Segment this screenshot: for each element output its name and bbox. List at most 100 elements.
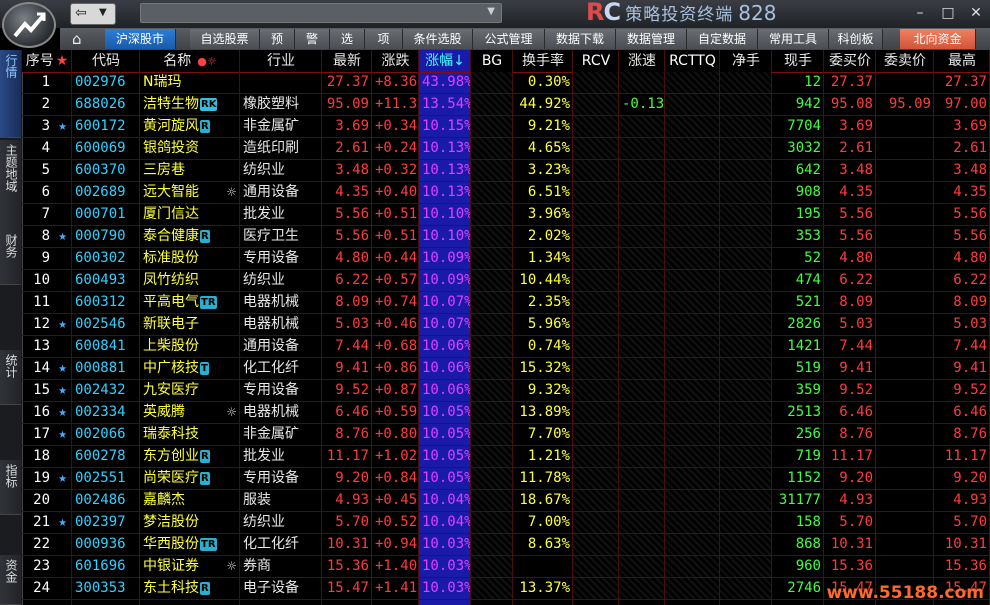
row-net xyxy=(720,182,772,203)
row-current-volume: 52 xyxy=(804,250,821,266)
col-header-1[interactable]: 代码 xyxy=(72,50,140,72)
col-header-label: 名称 xyxy=(163,53,192,69)
stock-name[interactable]: 新联电子 xyxy=(143,316,199,332)
table-row[interactable]: 10 600493 凤竹纺织 纺织业 6.22 +0.57 10.09% 10.44% 474 6… xyxy=(22,270,990,292)
table-row[interactable]: 1 002976 N瑞玛 27.37 +8.36 43.98% 0.30% 12 27.37 27… xyxy=(22,72,990,94)
table-row[interactable]: 15 ★ 002432 九安医疗 专用设备 9.52 +0.87 10.06% 9.32% 35… xyxy=(22,380,990,402)
menu-tab-3[interactable]: 警 xyxy=(295,29,330,49)
stock-name[interactable]: 泰合健康 xyxy=(143,228,199,244)
stock-name[interactable]: 尚荣医疗 xyxy=(143,470,199,486)
col-header-14[interactable]: 委买价 xyxy=(824,50,876,72)
sidebar-tab-1[interactable]: 主题地域 xyxy=(0,140,21,240)
table-row[interactable]: 12 ★ 002546 新联电子 电器机械 5.03 +0.46 10.07% 5.96% 28… xyxy=(22,314,990,336)
table-row[interactable]: 5 600370 三房巷 纺织业 3.48 +0.32 10.13% 3.23% 642 3.48… xyxy=(22,160,990,182)
col-header-10[interactable]: 涨速 xyxy=(619,50,665,72)
col-header-16[interactable]: 最高 xyxy=(934,50,990,72)
nav-back-button[interactable]: ⇦ ▼ xyxy=(70,3,116,25)
menu-tab-2[interactable]: 预 xyxy=(260,29,295,49)
table-row[interactable]: 3 ★ 600172 黄河旋风 R 非金属矿 3.69 +0.34 10.15% 9.21% 77… xyxy=(22,116,990,138)
sidebar-tab-5[interactable]: 资金 xyxy=(0,555,21,605)
table-row[interactable]: 2688026洁特生物RK橡胶塑料95.09+11.3413.54%44.92%… xyxy=(22,94,990,116)
stock-name[interactable]: 东方创业 xyxy=(143,448,199,464)
table-row[interactable]: 8 ★ 000790 泰合健康 R 医疗卫生 5.56 +0.51 10.10% 2.02% 35… xyxy=(22,226,990,248)
col-header-2[interactable]: 名称 ●☼ xyxy=(140,50,240,72)
menu-tab-9[interactable]: 数据管理 xyxy=(616,29,687,49)
row-industry: 通用设备 xyxy=(243,338,299,354)
table-row[interactable]: 18 600278 东方创业 R 批发业 11.17 +1.02 10.05% 1.21% 719… xyxy=(22,446,990,468)
maximize-button[interactable]: □ xyxy=(934,0,962,26)
table-row[interactable]: 23 601696 中银证券 ☼ 券商 15.36 +1.40 10.03% 960 15.36 1… xyxy=(22,556,990,578)
stock-name[interactable]: 厦门信达 xyxy=(143,206,199,222)
row-industry: 专用设备 xyxy=(243,250,299,266)
col-header-9[interactable]: RCV xyxy=(573,50,619,72)
brand-title: RC 策略投资终端 828 xyxy=(586,0,776,26)
stock-name[interactable]: 三房巷 xyxy=(143,162,185,178)
menu-tab-5[interactable]: 项 xyxy=(365,29,403,49)
home-icon[interactable]: ⌂ xyxy=(72,30,82,48)
col-header-8[interactable]: 换手率 xyxy=(513,50,573,72)
table-row[interactable]: 17 ★ 002066 瑞泰科技 非金属矿 8.76 +0.80 10.05% 7.70% 25… xyxy=(22,424,990,446)
col-header-label: 涨幅 xyxy=(425,53,454,69)
col-header-0[interactable]: 序号 ★ xyxy=(22,50,72,72)
menu-tab-13[interactable]: 北向资金 xyxy=(900,29,976,49)
sidebar-tab-3[interactable]: 统计 xyxy=(0,350,21,405)
sidebar-tab-0[interactable]: 行情 xyxy=(0,50,21,138)
row-ask xyxy=(876,512,934,533)
table-row[interactable]: 21 ★ 002397 梦洁股份 纺织业 5.70 +0.52 10.04% 7.00% 158… xyxy=(22,512,990,534)
row-high: 4.93 xyxy=(953,492,987,508)
stock-name[interactable]: 嘉麟杰 xyxy=(143,492,185,508)
table-row[interactable]: 14 ★ 000881 中广核技 T 化工化纤 9.41 +0.86 10.06% 15.32%… xyxy=(22,358,990,380)
table-row[interactable]: 7 000701 厦门信达 批发业 5.56 +0.51 10.10% 3.96% 195 5.5… xyxy=(22,204,990,226)
table-row[interactable]: 19 ★ 002551 尚荣医疗 R 专用设备 9.20 +0.84 10.05% 11.78%… xyxy=(22,468,990,490)
col-header-11[interactable]: RCTTQ xyxy=(665,50,720,72)
col-header-4[interactable]: 最新 xyxy=(322,50,372,72)
menu-tab-6[interactable]: 条件选股 xyxy=(403,29,473,49)
table-row[interactable]: 9 600302 标准股份 专用设备 4.80 +0.44 10.09% 1.34% 52 4.8… xyxy=(22,248,990,270)
stock-name[interactable]: 银鸽投资 xyxy=(143,140,199,156)
table-row[interactable]: 13 600841 上柴股份 通用设备 7.44 +0.68 10.06% 0.74% 1421… xyxy=(22,336,990,358)
stock-name[interactable]: 九安医疗 xyxy=(143,382,199,398)
stock-name[interactable]: 上柴股份 xyxy=(143,338,199,354)
sidebar-tab-4[interactable]: 指标 xyxy=(0,460,21,515)
table-row[interactable]: 16 ★ 002334 英威腾 ☼ 电器机械 6.46 +0.59 10.05% 13.89% 2… xyxy=(22,402,990,424)
menu-tab-1[interactable]: 自选股票 xyxy=(190,29,260,49)
table-row[interactable]: 4 600069 银鸽投资 造纸印刷 2.61 +0.24 10.13% 4.65% 3032 2… xyxy=(22,138,990,160)
row-change-pct: 10.09% xyxy=(422,272,471,288)
col-header-6[interactable]: 涨幅↓ xyxy=(419,50,471,72)
col-header-7[interactable]: BG xyxy=(471,50,513,72)
stock-name[interactable]: 英威腾 xyxy=(143,404,185,420)
stock-name[interactable]: 东土科技 xyxy=(143,580,199,596)
col-header-15[interactable]: 委卖价 xyxy=(876,50,934,72)
minimize-button[interactable]: – xyxy=(906,0,934,26)
stock-name[interactable]: 凤竹纺织 xyxy=(143,272,199,288)
menu-tab-7[interactable]: 公式管理 xyxy=(473,29,545,49)
table-row[interactable]: 20 002486 嘉麟杰 服装 4.93 +0.45 10.04% 18.67% 31177 4… xyxy=(22,490,990,512)
col-header-5[interactable]: 涨跌 xyxy=(372,50,419,72)
col-header-13[interactable]: 现手 xyxy=(772,50,824,72)
table-row[interactable]: 22 000936 华西股份 TR 化工化纤 10.31 +0.94 10.03% 8.63% 8… xyxy=(22,534,990,556)
stock-name[interactable]: 华西股份 xyxy=(143,536,199,552)
menu-tab-8[interactable]: 数据下载 xyxy=(545,29,616,49)
menu-tab-12[interactable]: 科创板 xyxy=(829,29,883,49)
close-button[interactable]: ✕ xyxy=(962,0,990,26)
stock-name[interactable]: 黄河旋风 xyxy=(143,118,199,134)
stock-name[interactable]: N瑞玛 xyxy=(143,74,181,90)
table-row[interactable]: 11 600312 平高电气 TR 电器机械 8.09 +0.74 10.07% 2.35% 52… xyxy=(22,292,990,314)
menu-tab-11[interactable]: 常用工具 xyxy=(758,29,829,49)
menu-tab-4[interactable]: 选 xyxy=(330,29,365,49)
stock-name[interactable]: 中银证券 xyxy=(143,558,199,574)
table-row[interactable]: 6 002689 远大智能 ☼ 通用设备 4.35 +0.40 10.13% 6.51% 908 4… xyxy=(22,182,990,204)
stock-name[interactable]: 平高电气 xyxy=(143,294,199,310)
stock-name[interactable]: 瑞泰科技 xyxy=(143,426,199,442)
col-header-12[interactable]: 净手 xyxy=(720,50,772,72)
search-input[interactable]: ▼ xyxy=(140,3,502,23)
menu-tab-0[interactable]: 沪深股市 xyxy=(105,29,176,49)
menu-tab-10[interactable]: 自定数据 xyxy=(687,29,758,49)
stock-name[interactable]: 标准股份 xyxy=(143,250,199,266)
stock-name[interactable]: 中广核技 xyxy=(143,360,199,376)
stock-name[interactable]: 洁特生物 xyxy=(143,96,199,112)
stock-name[interactable]: 梦洁股份 xyxy=(143,514,199,530)
stock-name[interactable]: 远大智能 xyxy=(143,184,199,200)
sidebar-tab-2[interactable]: 财务 xyxy=(0,230,21,285)
col-header-3[interactable]: 行业 xyxy=(240,50,322,72)
